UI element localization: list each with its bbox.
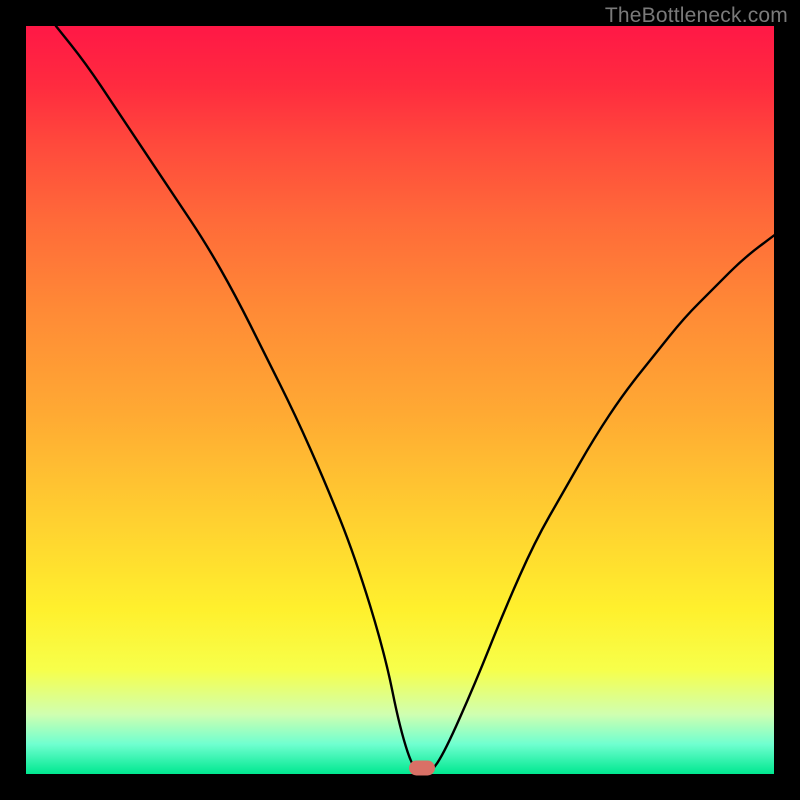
chart-frame: TheBottleneck.com xyxy=(0,0,800,800)
attribution-text: TheBottleneck.com xyxy=(605,4,788,28)
bottleneck-curve xyxy=(26,26,774,774)
curve-path xyxy=(56,26,774,774)
optimal-marker xyxy=(409,761,435,776)
